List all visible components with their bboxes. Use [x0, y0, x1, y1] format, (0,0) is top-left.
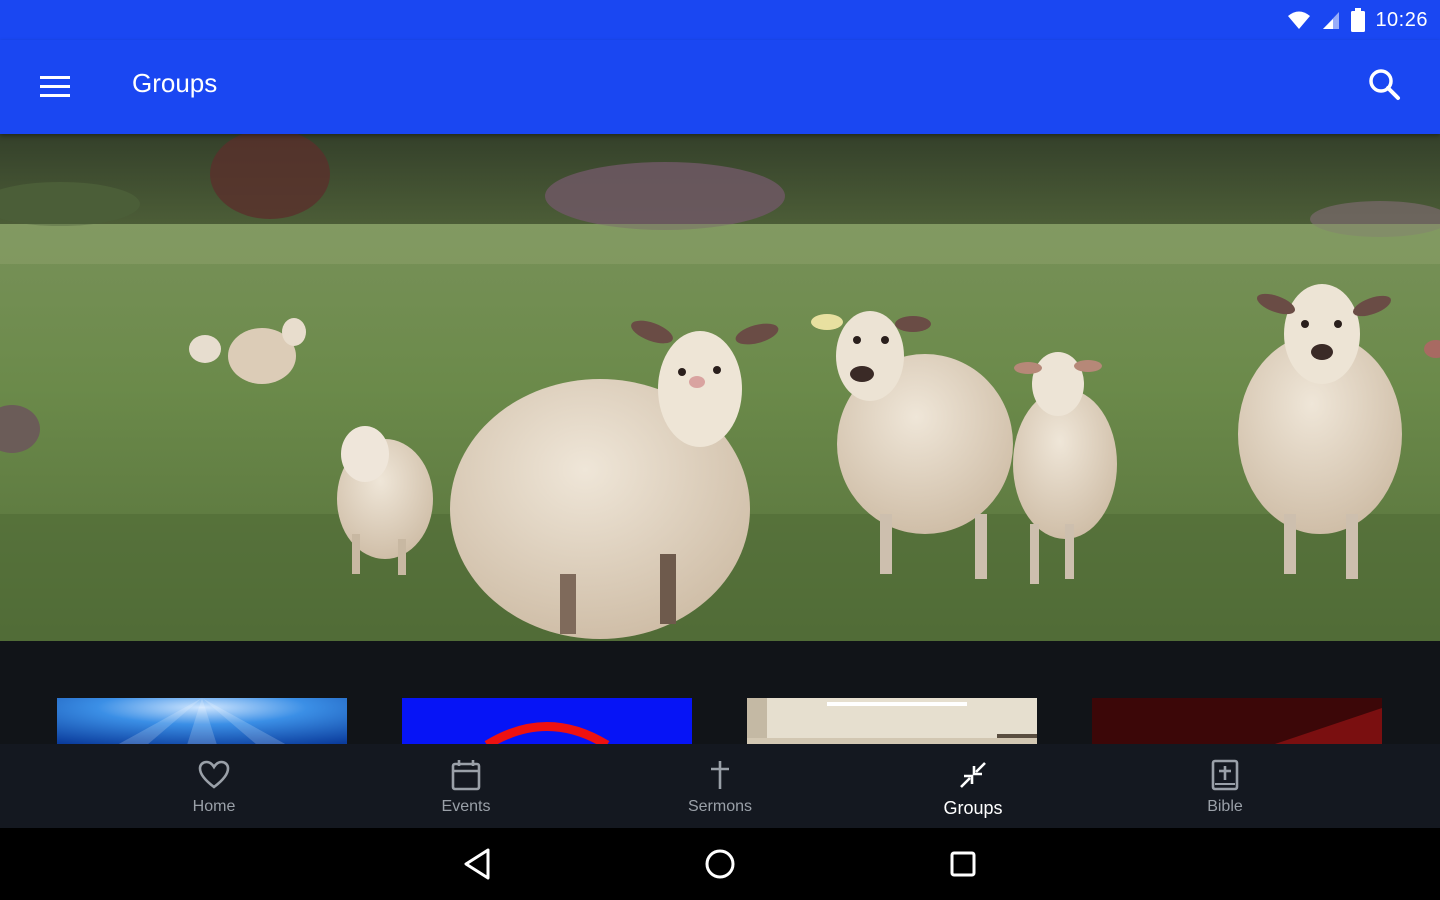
dark-red-card-image	[1092, 698, 1382, 745]
nav-label-bible: Bible	[1207, 798, 1243, 815]
sheep-in-field-photo	[0, 134, 1440, 641]
calendar-icon	[449, 758, 483, 792]
status-icons: 10:26	[1287, 6, 1428, 34]
system-navigation-bar	[0, 828, 1440, 900]
nav-label-groups: Groups	[943, 798, 1003, 818]
blue-rays-card-image	[57, 698, 347, 745]
nav-label-home: Home	[192, 798, 236, 815]
nav-item-home[interactable]: Home	[114, 744, 314, 828]
card-3[interactable]	[747, 698, 1037, 745]
group-cards	[0, 641, 1440, 751]
wifi-icon	[1288, 11, 1311, 29]
page-title: Groups	[132, 68, 218, 98]
bible-icon	[1208, 758, 1242, 792]
signal-icon	[1323, 12, 1340, 29]
cross-icon	[703, 758, 737, 792]
nav-item-bible[interactable]: Bible	[1125, 744, 1325, 828]
search-icon[interactable]	[1366, 66, 1402, 102]
menu-icon[interactable]	[38, 70, 72, 104]
arrows-inward-icon	[956, 758, 990, 792]
app-bar: Groups	[0, 40, 1440, 134]
card-1[interactable]	[57, 698, 347, 745]
back-icon[interactable]	[458, 844, 498, 884]
bottom-navigation: Home Events Sermons Groups Bible	[0, 744, 1440, 828]
hero-image	[0, 134, 1440, 641]
heart-icon	[197, 758, 231, 792]
nav-item-groups[interactable]: Groups	[873, 744, 1073, 828]
nav-item-sermons[interactable]: Sermons	[620, 744, 820, 828]
nav-item-events[interactable]: Events	[366, 744, 566, 828]
nav-label-sermons: Sermons	[687, 798, 753, 815]
battery-icon	[1351, 8, 1366, 32]
status-time: 10:26	[1375, 8, 1428, 31]
blue-red-arc-card-image	[402, 698, 692, 745]
home-circle-icon[interactable]	[700, 844, 740, 884]
status-bar: 10:26	[0, 0, 1440, 40]
recents-icon[interactable]	[943, 844, 983, 884]
card-4[interactable]	[1092, 698, 1382, 745]
nav-label-events: Events	[441, 798, 491, 815]
card-2[interactable]	[402, 698, 692, 745]
room-interior-card-image	[747, 698, 1037, 745]
